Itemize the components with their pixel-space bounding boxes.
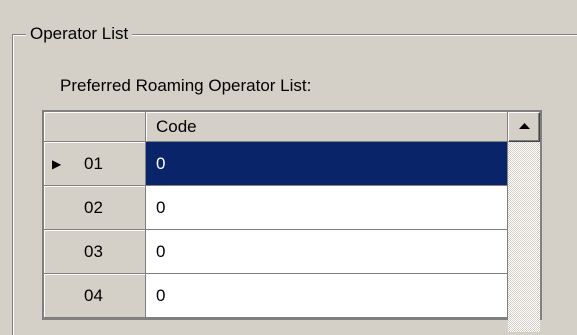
vertical-scrollbar[interactable] (508, 112, 540, 332)
grid-header-row: Code (44, 112, 508, 142)
groupbox-title: Operator List (26, 23, 133, 45)
table-row[interactable]: ▶ 01 0 (44, 142, 508, 186)
triangle-right-icon: ▶ (52, 157, 62, 171)
row-number: 04 (84, 286, 103, 305)
table-row[interactable]: 03 0 (44, 230, 508, 274)
row-header[interactable]: 04 (44, 274, 146, 318)
code-cell[interactable]: 0 (146, 186, 508, 230)
column-header-code[interactable]: Code (146, 112, 508, 142)
code-cell[interactable]: 0 (146, 274, 508, 318)
row-header[interactable]: ▶ 01 (44, 142, 146, 186)
preferred-roaming-list-label: Preferred Roaming Operator List: (60, 76, 312, 95)
scroll-up-button[interactable] (508, 112, 540, 142)
row-header[interactable]: 02 (44, 186, 146, 230)
row-number: 01 (84, 154, 103, 173)
scroll-up-arrow-icon (519, 123, 530, 129)
table-row[interactable]: 02 0 (44, 186, 508, 230)
row-number: 02 (84, 198, 103, 217)
code-cell[interactable]: 0 (146, 142, 508, 186)
row-header[interactable]: 03 (44, 230, 146, 274)
grid-corner-cell (44, 112, 146, 142)
table-row[interactable]: 04 0 (44, 274, 508, 318)
code-cell[interactable]: 0 (146, 230, 508, 274)
row-number: 03 (84, 242, 103, 261)
operator-grid[interactable]: Code ▶ 01 0 02 0 03 0 04 0 (42, 110, 542, 332)
